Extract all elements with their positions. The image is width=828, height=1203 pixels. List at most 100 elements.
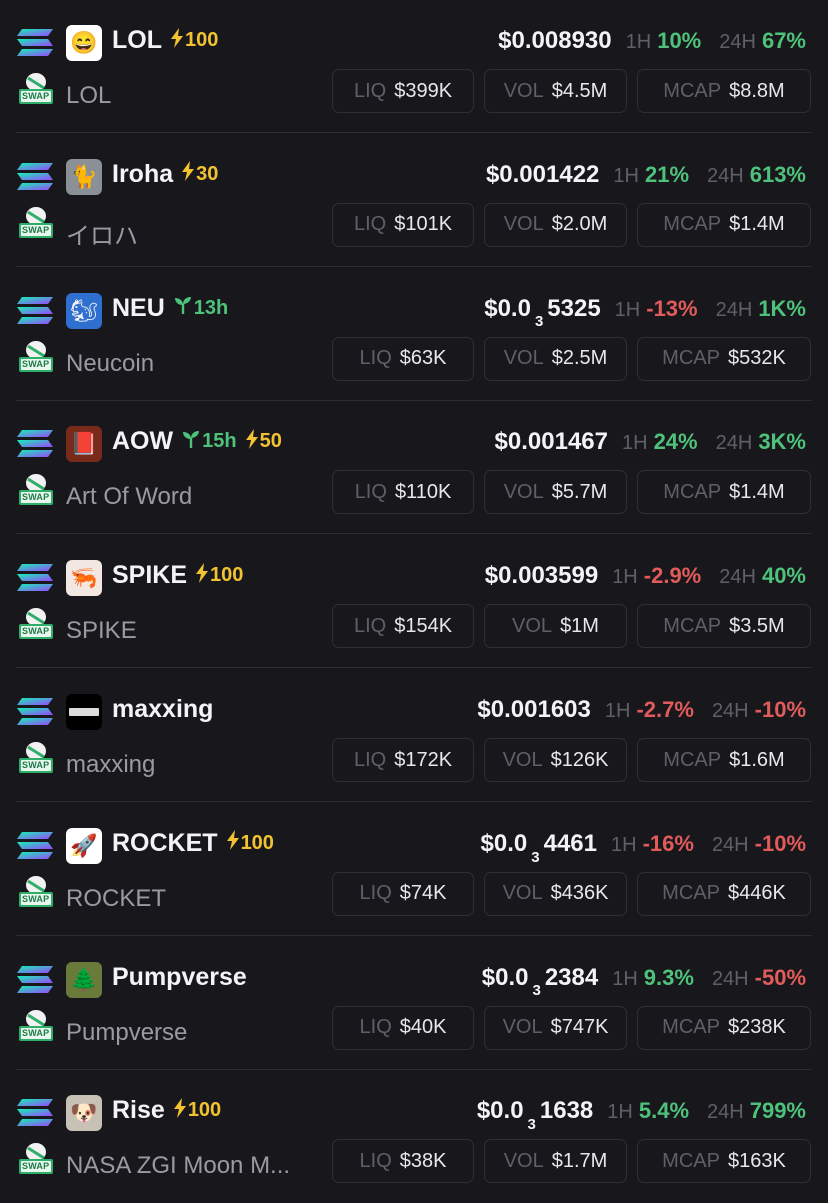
- boost-tag: 100: [173, 1097, 222, 1124]
- h24-change: -50%: [754, 964, 806, 990]
- volume-chip: VOL $126K: [484, 738, 627, 782]
- boost-tag: 50: [245, 428, 282, 455]
- volume-chip: VOL $5.7M: [484, 470, 627, 515]
- h1-change: 10%: [657, 28, 702, 53]
- price-zero-count: 3: [534, 313, 544, 331]
- liq-label: LIQ: [359, 1016, 392, 1039]
- swap-icon[interactable]: SWAP: [18, 1142, 54, 1176]
- token-symbol-text: AOW: [112, 427, 174, 456]
- h1-label: 1H: [612, 566, 638, 589]
- age-tag: 15h: [181, 429, 237, 455]
- token-row[interactable]: SWAP 📕 AOW 15h 50 Art Of Word $0.001467 1H 24% 24…: [0, 401, 828, 535]
- h1-label: 1H: [604, 700, 631, 722]
- mcap-label: MCAP: [662, 882, 720, 905]
- price-prefix: $0.001467: [494, 428, 608, 456]
- market-cap-chip: MCAP $1.6M: [637, 738, 811, 782]
- liq-value: $63K: [399, 347, 447, 370]
- swap-icon[interactable]: SWAP: [18, 875, 54, 909]
- h1-label: 1H: [625, 31, 652, 53]
- price-tail: 5325: [547, 294, 601, 322]
- swap-icon[interactable]: SWAP: [18, 340, 54, 374]
- swap-icon[interactable]: SWAP: [18, 473, 54, 507]
- token-name: SPIKE: [66, 617, 137, 645]
- swap-icon[interactable]: SWAP: [18, 1009, 54, 1043]
- boost-value: 100: [185, 29, 219, 51]
- h24-change: 1K%: [758, 295, 806, 321]
- lightning-icon: [226, 830, 240, 856]
- token-row[interactable]: SWAP maxxing maxxing $0.001603 1H -2.7% 24H -10…: [0, 669, 828, 802]
- token-symbol-text: SPIKE: [112, 561, 188, 590]
- vol-label: VOL: [502, 882, 543, 905]
- boost-value: 100: [187, 1099, 222, 1122]
- h24-change: 613%: [749, 161, 806, 187]
- liq-value: $110K: [394, 480, 452, 503]
- price-line: $0.034461 1H -16% 24H -10%: [481, 830, 806, 866]
- token-row[interactable]: SWAP 😄 LOL 100 LOL $0.008930 1H 10% 24H 67% LIQ $39…: [0, 0, 828, 133]
- price-zero-count: 3: [531, 848, 540, 866]
- token-row[interactable]: SWAP 🦐 SPIKE 100 SPIKE $0.003599 1H -2.9% 24H 40%…: [0, 535, 828, 669]
- swap-icon[interactable]: SWAP: [18, 607, 54, 641]
- liquidity-chip: LIQ $399K: [332, 69, 474, 113]
- h24-label: 24H: [711, 967, 749, 990]
- token-row[interactable]: SWAP 🐈 Iroha 30 イロハ $0.001422 1H 21% 24H 613% LIQ $…: [0, 134, 828, 267]
- swap-label: SWAP: [22, 91, 50, 101]
- swap-icon[interactable]: SWAP: [18, 741, 54, 775]
- price-prefix: $0.001422: [485, 160, 600, 188]
- price-line: $0.001422 1H 21% 24H 613%: [486, 161, 806, 189]
- price-prefix: $0.0: [476, 1097, 524, 1125]
- h1-label: 1H: [621, 432, 648, 455]
- liq-value: $101K: [394, 213, 453, 236]
- h24-change: 799%: [749, 1098, 806, 1124]
- mcap-label: MCAP: [663, 748, 722, 771]
- lightning-icon: [245, 428, 259, 455]
- volume-chip: VOL $1M: [484, 604, 627, 649]
- price-zero-count: 3: [527, 1116, 536, 1134]
- token-row[interactable]: SWAP 🐶 Rise 100 NASA ZGI Moon M... $0.031638 1…: [0, 1070, 828, 1203]
- token-symbol: Rise 100: [112, 1096, 221, 1125]
- token-price: $0.008930: [498, 27, 611, 55]
- swap-icon[interactable]: SWAP: [18, 72, 54, 106]
- h24-label: 24H: [715, 432, 753, 455]
- boost-value: 50: [259, 430, 282, 453]
- liq-label: LIQ: [359, 882, 392, 905]
- mcap-value: $1.4M: [729, 480, 785, 503]
- vol-value: $5.7M: [551, 480, 608, 503]
- h1-label: 1H: [613, 164, 639, 187]
- token-name: ROCKET: [66, 884, 167, 912]
- laughing-emoji-icon: 😄: [66, 25, 102, 61]
- liquidity-chip: LIQ $110K: [332, 470, 474, 515]
- volume-chip: VOL $436K: [484, 871, 627, 916]
- age-value: 13h: [193, 296, 229, 319]
- token-row[interactable]: SWAP 🐿 NEU 13h Neucoin $0.035325 1H -13% 24H 1K% L…: [0, 268, 828, 401]
- h1-change: -2.9%: [643, 563, 702, 589]
- swap-label: SWAP: [22, 893, 50, 904]
- vol-label: VOL: [512, 614, 553, 637]
- token-symbol-text: ROCKET: [112, 828, 218, 857]
- mcap-label: MCAP: [663, 213, 722, 236]
- boost-tag: 100: [195, 562, 243, 589]
- token-price: $0.001603: [477, 696, 590, 724]
- boost-value: 100: [240, 831, 274, 854]
- mcap-label: MCAP: [663, 614, 722, 637]
- h24-change: -10%: [754, 830, 806, 856]
- swap-icon[interactable]: SWAP: [18, 206, 54, 240]
- vol-label: VOL: [502, 748, 543, 771]
- rocket-icon: 🚀: [66, 827, 102, 864]
- token-symbol-text: Iroha: [112, 159, 174, 188]
- token-symbol: AOW 15h 50: [112, 427, 282, 456]
- h1-change: 21%: [644, 161, 690, 187]
- token-list: SWAP 😄 LOL 100 LOL $0.008930 1H 10% 24H 67% LIQ $39…: [0, 0, 828, 1200]
- token-row[interactable]: SWAP 🚀 ROCKET 100 ROCKET $0.034461 1H -16% 24H -1…: [0, 803, 828, 936]
- vol-value: $747K: [550, 1016, 609, 1039]
- vol-value: $2.5M: [551, 347, 608, 370]
- h24-change: -10%: [754, 697, 806, 722]
- solana-chain-icon: [16, 965, 54, 995]
- token-row[interactable]: SWAP 🌲 Pumpverse Pumpverse $0.032384 1H 9.3% 24…: [0, 937, 828, 1070]
- mcap-value: $163K: [727, 1149, 786, 1172]
- h24-change: 67%: [761, 28, 806, 53]
- lightning-icon: [181, 161, 195, 187]
- token-price: $0.034461: [481, 830, 597, 866]
- h1-change: 24%: [653, 429, 698, 455]
- liq-label: LIQ: [359, 1149, 392, 1172]
- liq-label: LIQ: [353, 213, 387, 236]
